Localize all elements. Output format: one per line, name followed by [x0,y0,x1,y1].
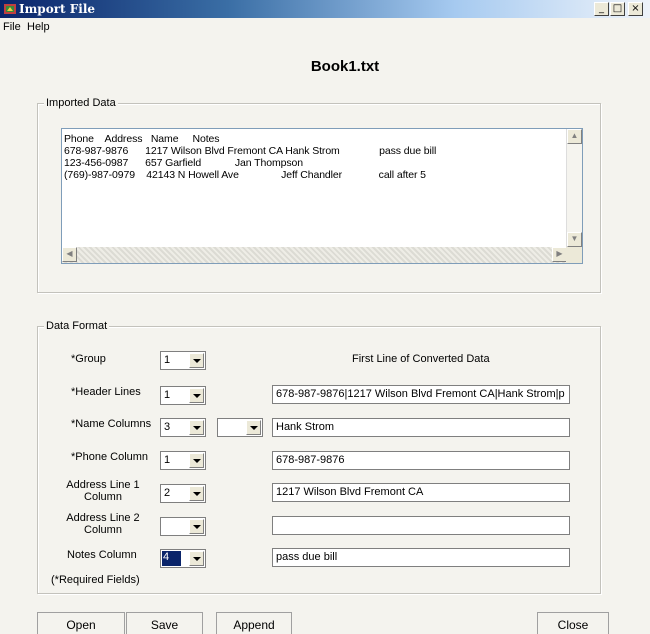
notes-column-select[interactable]: 4 [160,549,206,568]
close-window-button[interactable]: × [628,2,643,16]
chevron-down-icon[interactable] [189,519,204,534]
imported-data-legend: Imported Data [44,97,118,109]
horizontal-scrollbar[interactable]: ◀ ▶ [62,247,567,263]
phone-column-label: *Phone Column [71,451,149,463]
maximize-button[interactable]: □ [610,2,625,16]
save-button[interactable]: Save [126,612,203,634]
menu-file[interactable]: File [3,21,21,33]
group-label: *Group [71,353,106,365]
open-button[interactable]: Open [37,612,125,634]
scroll-left-icon[interactable]: ◀ [62,247,77,262]
document-title: Book1.txt [310,58,380,75]
chevron-down-icon[interactable] [189,453,204,468]
phone-preview[interactable]: 678-987-9876 [272,451,570,470]
header-lines-select[interactable]: 1 [160,386,206,405]
header-lines-preview[interactable]: 678-987-9876|1217 Wilson Blvd Fremont CA… [272,385,570,404]
imported-data-textarea[interactable]: Phone Address Name Notes 678-987-9876 12… [61,128,583,264]
first-line-label: First Line of Converted Data [352,353,490,365]
scroll-right-icon[interactable]: ▶ [552,247,567,262]
group-select[interactable]: 1 [160,351,206,370]
close-button[interactable]: Close [537,612,609,634]
name-preview[interactable]: Hank Strom [272,418,570,437]
address-line-2-preview[interactable] [272,516,570,535]
chevron-down-icon[interactable] [189,353,204,368]
scroll-down-icon[interactable]: ▼ [567,232,582,247]
menu-help[interactable]: Help [27,21,50,33]
scroll-corner [566,247,582,263]
chevron-down-icon[interactable] [189,551,204,566]
notes-column-label: Notes Column [67,549,137,561]
minimize-button[interactable]: _ [594,2,609,16]
imported-line: Phone Address Name Notes [64,133,220,145]
data-format-legend: Data Format [44,320,110,332]
imported-line: (769)-987-0979 42143 N Howell Ave Jeff C… [64,169,426,181]
name-columns-label: *Name Columns [71,418,152,430]
append-button[interactable]: Append [216,612,292,634]
scroll-up-icon[interactable]: ▲ [567,129,582,144]
chevron-down-icon[interactable] [189,388,204,403]
chevron-down-icon[interactable] [189,420,204,435]
app-icon [4,4,16,14]
notes-preview[interactable]: pass due bill [272,548,570,567]
header-lines-label: *Header Lines [71,386,141,398]
address-line-1-label: Address Line 1 Column [66,479,140,503]
phone-column-select[interactable]: 1 [160,451,206,470]
title-bar: Import File _ □ × [0,0,650,18]
imported-line: 678-987-9876 1217 Wilson Blvd Fremont CA… [64,145,437,157]
vertical-scrollbar[interactable]: ▲ ▼ [566,129,582,247]
name-columns-select-2[interactable] [217,418,263,437]
imported-line: 123-456-0987 657 Garfield Jan Thompson [64,157,303,169]
chevron-down-icon[interactable] [246,420,261,435]
address-line-2-label: Address Line 2 Column [66,512,140,536]
address-line-1-select[interactable]: 2 [160,484,206,503]
address-line-1-preview[interactable]: 1217 Wilson Blvd Fremont CA [272,483,570,502]
window-title: Import File [19,2,96,16]
chevron-down-icon[interactable] [189,486,204,501]
name-columns-select[interactable]: 3 [160,418,206,437]
required-fields-note: (*Required Fields) [51,574,140,586]
menu-bar: File Help [0,18,650,36]
address-line-2-select[interactable] [160,517,206,536]
